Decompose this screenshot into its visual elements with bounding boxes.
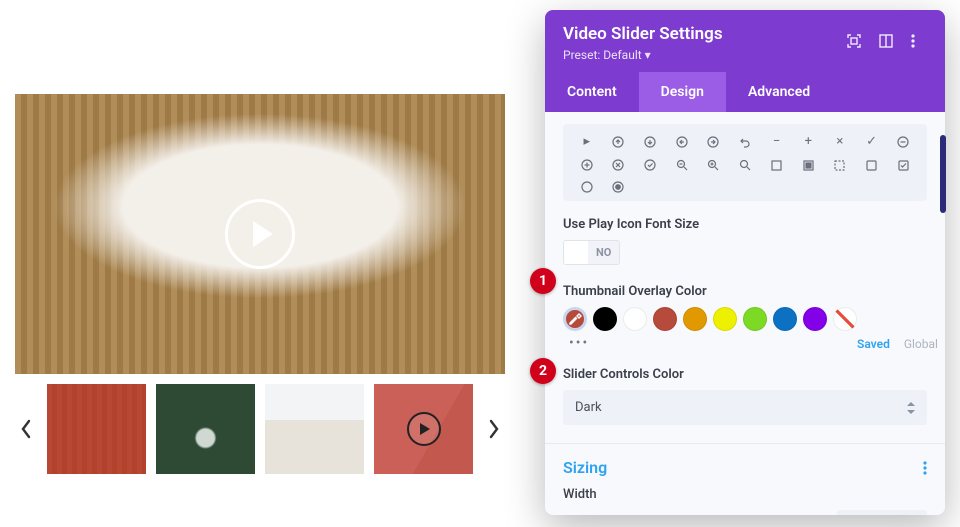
play-icon[interactable]	[225, 199, 295, 269]
video-main-frame[interactable]	[15, 94, 505, 374]
slider-controls-select[interactable]: Dark	[563, 390, 927, 425]
swatch-blue[interactable]	[773, 307, 797, 331]
minus-circle-icon[interactable]	[891, 134, 915, 149]
thumbnail-strip	[15, 384, 505, 474]
arrow-left-circle-icon[interactable]	[670, 134, 694, 149]
play-icon[interactable]: ▸	[575, 134, 599, 149]
width-label: Width	[563, 487, 927, 502]
checkbox-empty-icon[interactable]	[860, 159, 884, 171]
check-icon[interactable]: ✓	[860, 134, 884, 149]
panel-scroll-area: ▸ − + × ✓ Use Play Icon Fo	[545, 112, 945, 515]
plus-icon[interactable]: +	[796, 134, 820, 149]
section-menu-icon[interactable]	[923, 461, 927, 475]
square-dashed-icon[interactable]	[828, 159, 852, 171]
callout-2: 2	[530, 358, 556, 384]
width-input[interactable]: auto	[837, 510, 927, 515]
video-slider-preview	[15, 94, 505, 474]
tab-advanced[interactable]: Advanced	[726, 72, 832, 112]
scrollbar-thumb[interactable]	[940, 135, 946, 213]
thumbnail-overlay-label: Thumbnail Overlay Color	[563, 284, 927, 299]
expand-frame-icon[interactable]	[847, 34, 861, 48]
x-icon[interactable]: ×	[828, 134, 852, 149]
preset-indicator[interactable]: Preset: Default ▾	[563, 48, 927, 62]
palette-tabs: Saved Global Recent	[857, 337, 945, 351]
swatch-none[interactable]	[833, 307, 857, 331]
palette-saved[interactable]: Saved	[857, 337, 890, 351]
radio-filled-icon[interactable]	[607, 181, 631, 193]
settings-panel: Video Slider Settings Preset: Default ▾ …	[545, 10, 945, 515]
x-circle-icon[interactable]	[607, 159, 631, 171]
thumbnail-4[interactable]	[374, 384, 473, 474]
swatch-more-icon[interactable]: •••	[563, 335, 857, 351]
thumbnail-3[interactable]	[265, 384, 364, 474]
swatch-purple[interactable]	[803, 307, 827, 331]
square-icon[interactable]	[765, 159, 789, 171]
checkbox-checked-icon[interactable]	[891, 159, 915, 171]
radio-empty-icon[interactable]	[575, 181, 599, 193]
square-filled-icon[interactable]	[796, 159, 820, 171]
tab-content[interactable]: Content	[545, 72, 639, 112]
prev-arrow-icon[interactable]	[15, 384, 37, 474]
kebab-icon[interactable]	[911, 34, 915, 48]
arrow-down-circle-icon[interactable]	[638, 134, 662, 149]
swatch-black[interactable]	[593, 307, 617, 331]
panel-header: Video Slider Settings Preset: Default ▾	[545, 10, 945, 72]
undo-icon[interactable]	[733, 134, 757, 149]
zoom-in-icon[interactable]	[702, 159, 726, 171]
overlay-color-swatches	[563, 307, 857, 331]
thumbnail-play-icon	[374, 384, 473, 474]
swatch-white[interactable]	[623, 307, 647, 331]
arrow-right-circle-icon[interactable]	[702, 134, 726, 149]
swatch-yellow[interactable]	[713, 307, 737, 331]
callout-1: 1	[530, 268, 556, 294]
arrow-up-circle-icon[interactable]	[607, 134, 631, 149]
columns-icon[interactable]	[879, 34, 893, 48]
select-caret-icon	[907, 402, 915, 414]
use-play-icon-toggle[interactable]: NO	[563, 240, 620, 265]
tabs: Content Design Advanced	[545, 72, 945, 112]
swatch-orange[interactable]	[683, 307, 707, 331]
swatch-green[interactable]	[743, 307, 767, 331]
swatch-brick[interactable]	[653, 307, 677, 331]
thumbnail-2[interactable]	[156, 384, 255, 474]
palette-global[interactable]: Global	[904, 337, 938, 351]
slider-controls-label: Slider Controls Color	[563, 367, 927, 382]
next-arrow-icon[interactable]	[483, 384, 505, 474]
plus-circle-icon[interactable]	[575, 159, 599, 171]
icon-picker-toolbar: ▸ − + × ✓	[563, 124, 927, 201]
sizing-heading[interactable]: Sizing	[563, 458, 607, 477]
zoom-out-icon[interactable]	[670, 159, 694, 171]
thumbnail-1[interactable]	[47, 384, 146, 474]
tab-design[interactable]: Design	[639, 72, 726, 112]
minus-icon[interactable]: −	[765, 134, 789, 149]
check-circle-icon[interactable]	[638, 159, 662, 171]
search-icon[interactable]	[733, 159, 757, 171]
use-play-icon-label: Use Play Icon Font Size	[563, 217, 927, 232]
eyedropper-swatch[interactable]	[563, 307, 587, 331]
